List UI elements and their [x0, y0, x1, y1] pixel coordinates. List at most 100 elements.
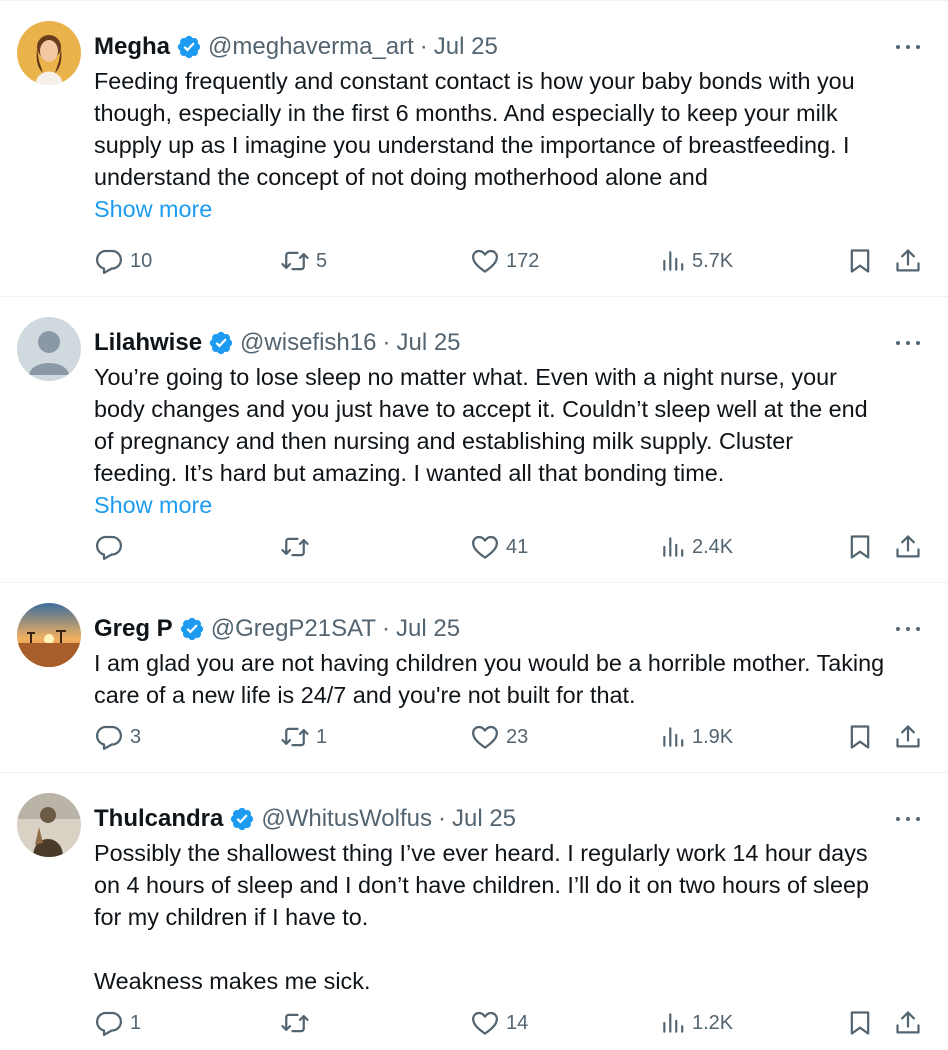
text-line: care of a new life is 24/7 and you're no… — [94, 682, 636, 708]
share-icon — [894, 533, 922, 561]
share-icon — [894, 723, 922, 751]
tweet-text: I am glad you are not having children yo… — [94, 647, 924, 711]
user-handle[interactable]: @GregP21SAT — [211, 615, 376, 643]
bookmark-button[interactable] — [846, 245, 874, 277]
tweet-text: Possibly the shallowest thing I’ve ever … — [94, 837, 924, 997]
like-button[interactable]: 41 — [470, 531, 528, 563]
tweet-header: Thulcandra @WhitusWolfus · Jul 25 — [94, 803, 516, 835]
views-button[interactable]: 1.9K — [660, 721, 733, 753]
like-count: 14 — [506, 1011, 529, 1034]
text-line: feeding. It’s hard but amazing. I wanted… — [94, 460, 725, 486]
tweet-date[interactable]: Jul 25 — [434, 33, 498, 61]
tweet[interactable]: Lilahwise @wisefish16 · Jul 25 You’re go… — [0, 297, 948, 583]
reply-feed: Megha @meghaverma_art · Jul 25 Feeding f… — [0, 0, 948, 1050]
verified-badge-icon — [179, 616, 205, 642]
like-button[interactable]: 14 — [470, 1007, 528, 1039]
tweet-date[interactable]: Jul 25 — [452, 805, 516, 833]
retweet-icon — [280, 1008, 310, 1038]
bookmark-button[interactable] — [846, 531, 874, 563]
retweet-button[interactable] — [280, 1007, 316, 1039]
retweet-icon — [280, 722, 310, 752]
reply-button[interactable] — [94, 531, 130, 563]
separator-dot: · — [437, 805, 446, 832]
text-line: Possibly the shallowest thing I’ve ever … — [94, 840, 868, 866]
views-icon — [660, 724, 686, 750]
text-line: understand the concept of not doing moth… — [94, 164, 708, 190]
avatar[interactable] — [17, 21, 81, 85]
share-button[interactable] — [894, 1007, 922, 1039]
like-button[interactable]: 23 — [470, 721, 528, 753]
retweet-button[interactable] — [280, 531, 316, 563]
more-icon[interactable] — [896, 335, 920, 351]
bookmark-button[interactable] — [846, 1007, 874, 1039]
user-handle[interactable]: @WhitusWolfus — [261, 805, 432, 833]
separator-dot: · — [419, 33, 428, 60]
reply-button[interactable]: 1 — [94, 1007, 141, 1039]
views-button[interactable]: 5.7K — [660, 245, 733, 277]
text-line — [94, 933, 924, 965]
reply-count: 10 — [130, 249, 153, 272]
share-button[interactable] — [894, 245, 922, 277]
reply-icon — [94, 246, 124, 276]
bookmark-icon — [846, 247, 874, 275]
share-button[interactable] — [894, 531, 922, 563]
reply-button[interactable]: 3 — [94, 721, 141, 753]
user-handle[interactable]: @wisefish16 — [240, 329, 376, 357]
verified-badge-icon — [176, 34, 202, 60]
action-bar: 3 1 23 1.9K — [94, 721, 924, 753]
bookmark-icon — [846, 723, 874, 751]
tweet-text: You’re going to lose sleep no matter wha… — [94, 361, 924, 521]
separator-dot: · — [382, 615, 391, 642]
view-count: 2.4K — [692, 535, 734, 558]
verified-badge-icon — [229, 806, 255, 832]
share-button[interactable] — [894, 721, 922, 753]
like-button[interactable]: 172 — [470, 245, 539, 277]
share-icon — [894, 1009, 922, 1037]
tweet-text: Feeding frequently and constant contact … — [94, 65, 924, 225]
verified-badge-icon — [208, 330, 234, 356]
bookmark-button[interactable] — [846, 721, 874, 753]
reply-button[interactable]: 10 — [94, 245, 152, 277]
tweet-date[interactable]: Jul 25 — [396, 615, 460, 643]
tweet-header: Greg P @GregP21SAT · Jul 25 — [94, 613, 460, 645]
text-line: I am glad you are not having children yo… — [94, 650, 885, 676]
share-icon — [894, 247, 922, 275]
view-count: 1.2K — [692, 1011, 734, 1034]
retweet-button[interactable]: 5 — [280, 245, 327, 277]
more-icon[interactable] — [896, 621, 920, 637]
display-name[interactable]: Greg P — [94, 615, 173, 643]
tweet[interactable]: Greg P @GregP21SAT · Jul 25 I am glad yo… — [0, 583, 948, 773]
avatar[interactable] — [17, 793, 81, 857]
tweet-header: Lilahwise @wisefish16 · Jul 25 — [94, 327, 461, 359]
tweet[interactable]: Megha @meghaverma_art · Jul 25 Feeding f… — [0, 1, 948, 297]
show-more-link[interactable]: Show more — [94, 489, 924, 521]
tweet[interactable]: Thulcandra @WhitusWolfus · Jul 25 Possib… — [0, 773, 948, 1050]
display-name[interactable]: Megha — [94, 33, 170, 61]
views-button[interactable]: 1.2K — [660, 1007, 733, 1039]
display-name[interactable]: Lilahwise — [94, 329, 202, 357]
view-count: 5.7K — [692, 249, 734, 272]
views-button[interactable]: 2.4K — [660, 531, 733, 563]
text-line: supply up as I imagine you understand th… — [94, 132, 850, 158]
display-name[interactable]: Thulcandra — [94, 805, 223, 833]
tweet-date[interactable]: Jul 25 — [396, 329, 460, 357]
show-more-link[interactable]: Show more — [94, 193, 924, 225]
user-handle[interactable]: @meghaverma_art — [208, 33, 414, 61]
text-line: You’re going to lose sleep no matter wha… — [94, 364, 837, 390]
reply-icon — [94, 532, 124, 562]
text-line: Weakness makes me sick. — [94, 968, 371, 994]
separator-dot: · — [382, 329, 391, 356]
bookmark-icon — [846, 533, 874, 561]
avatar[interactable] — [17, 603, 81, 667]
heart-icon — [470, 1008, 500, 1038]
retweet-button[interactable]: 1 — [280, 721, 327, 753]
avatar[interactable] — [17, 317, 81, 381]
text-line: though, especially in the first 6 months… — [94, 100, 838, 126]
tweet-header: Megha @meghaverma_art · Jul 25 — [94, 31, 498, 63]
more-icon[interactable] — [896, 39, 920, 55]
text-line: Feeding frequently and constant contact … — [94, 68, 855, 94]
heart-icon — [470, 722, 500, 752]
retweet-count: 1 — [316, 725, 328, 748]
views-icon — [660, 248, 686, 274]
more-icon[interactable] — [896, 811, 920, 827]
